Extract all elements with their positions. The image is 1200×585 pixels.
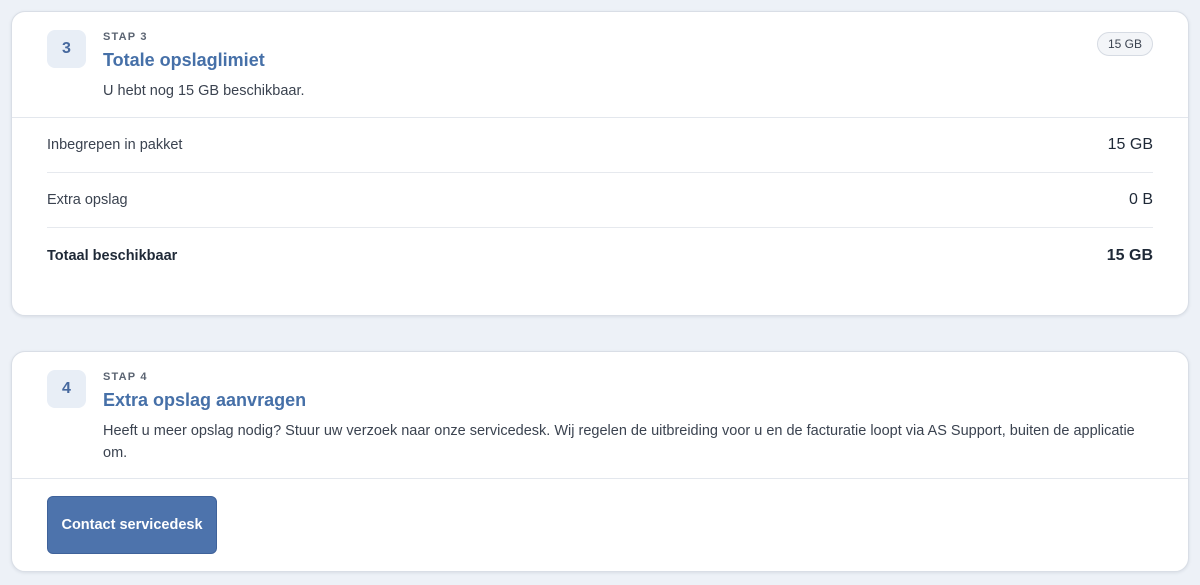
summary-row-value: 15 GB (1106, 246, 1153, 264)
section-description: U hebt nog 15 GB beschikbaar. (103, 83, 305, 99)
summary-row-label: Totaal beschikbaar (47, 247, 178, 264)
step-number-badge: 4 (47, 370, 86, 408)
request-storage-card: 4 STAP 4 Extra opslag aanvragen Heeft u … (11, 351, 1189, 572)
request-storage-header: 4 STAP 4 Extra opslag aanvragen Heeft u … (12, 352, 1188, 479)
section-description: Heeft u meer opslag nodig? Stuur uw verz… (103, 423, 1135, 461)
section-title: Totale opslaglimiet (103, 50, 265, 70)
storage-summary-list: Inbegrepen in pakket 15 GB Extra opslag … (12, 118, 1188, 283)
storage-limit-header: 3 STAP 3 Totale opslaglimiet U hebt nog … (12, 12, 1188, 118)
request-storage-actions: Contact servicedesk (12, 479, 1188, 571)
summary-row-total: Totaal beschikbaar 15 GB (47, 228, 1153, 283)
summary-row-value: 15 GB (1107, 136, 1153, 153)
contact-servicedesk-button[interactable]: Contact servicedesk (47, 496, 217, 554)
summary-row-label: Extra opslag (47, 192, 128, 208)
step-eyebrow: STAP 3 (103, 31, 148, 43)
step-eyebrow: STAP 4 (103, 371, 148, 383)
storage-limit-card: 3 STAP 3 Totale opslaglimiet U hebt nog … (11, 11, 1189, 316)
step-number-badge: 3 (47, 30, 86, 68)
summary-row-label: Inbegrepen in pakket (47, 137, 183, 153)
storage-total-badge: 15 GB (1096, 32, 1153, 56)
section-title: Extra opslag aanvragen (103, 390, 307, 410)
summary-row-included: Inbegrepen in pakket 15 GB (47, 118, 1153, 173)
summary-row-extra: Extra opslag 0 B (47, 173, 1153, 228)
summary-row-value: 0 B (1128, 191, 1153, 208)
